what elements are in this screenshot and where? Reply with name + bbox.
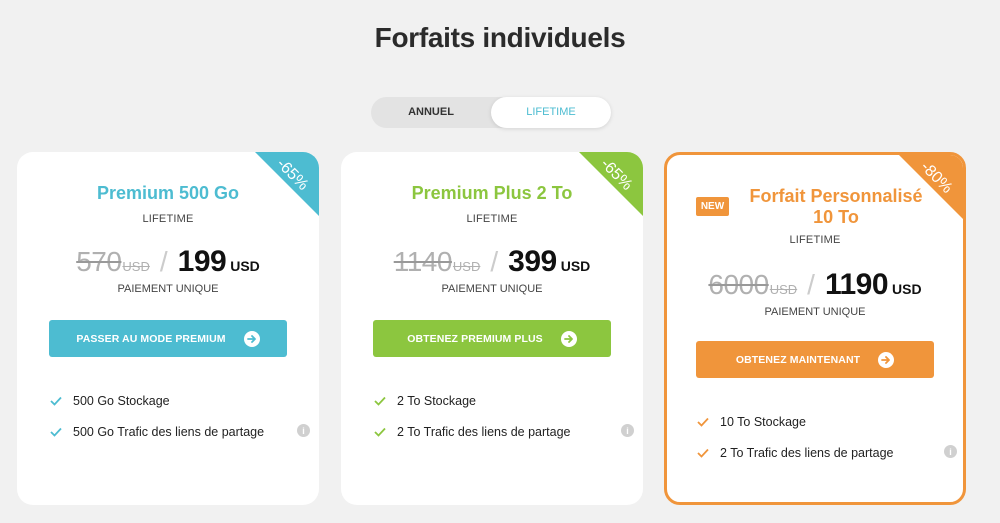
check-icon xyxy=(49,425,63,439)
price-row: 6000 USD / 1190 USD xyxy=(667,268,963,302)
feature-item: 10 To Stockage xyxy=(696,406,941,437)
new-currency: USD xyxy=(892,281,922,297)
check-icon xyxy=(696,446,710,460)
old-price: 570 xyxy=(76,246,122,277)
info-icon[interactable]: i xyxy=(621,424,634,437)
new-price: 399 xyxy=(508,245,557,278)
feature-label: 2 To Trafic des liens de partage xyxy=(720,445,894,460)
feature-item: 500 Go Stockage xyxy=(49,385,294,416)
cta-label: OBTENEZ PREMIUM PLUS xyxy=(407,332,543,345)
info-icon[interactable]: i xyxy=(944,445,957,458)
old-price: 1140 xyxy=(393,246,453,277)
cta-label: OBTENEZ MAINTENANT xyxy=(735,353,861,366)
plan-name: Premium 500 Go xyxy=(96,183,240,203)
plan-period: LIFETIME xyxy=(466,213,518,225)
arrow-right-icon xyxy=(243,330,260,347)
custom-plan-cta-button[interactable]: OBTENEZ MAINTENANT xyxy=(696,341,934,378)
payment-note: PAIEMENT UNIQUE xyxy=(117,283,219,295)
arrow-right-icon xyxy=(560,330,577,347)
plan-card-premium-500: -65% Premium 500 Go LIFETIME 570 USD / 1… xyxy=(17,152,319,505)
old-currency: USD xyxy=(769,282,798,297)
plan-period: LIFETIME xyxy=(789,234,841,246)
feature-label: 500 Go Trafic des liens de partage xyxy=(73,424,265,439)
info-icon[interactable]: i xyxy=(297,424,310,437)
premium-plus-cta-button[interactable]: OBTENEZ PREMIUM PLUS xyxy=(373,320,611,357)
feature-list: 2 To Stockage 2 To Trafic des liens de p… xyxy=(373,385,634,447)
feature-label: 10 To Stockage xyxy=(720,414,806,429)
feature-label: 500 Go Stockage xyxy=(73,393,170,408)
old-currency: USD xyxy=(452,259,481,274)
new-price: 1190 xyxy=(824,268,889,301)
cta-label: PASSER AU MODE PREMIUM xyxy=(76,332,226,345)
feature-item: 2 To Stockage xyxy=(373,385,618,416)
billing-toggle[interactable]: ANNUEL LIFETIME xyxy=(371,97,611,128)
price-divider: / xyxy=(807,269,815,300)
price-divider: / xyxy=(490,246,499,277)
feature-list: 10 To Stockage 2 To Trafic des liens de … xyxy=(696,406,957,468)
toggle-annual[interactable]: ANNUEL xyxy=(371,97,491,128)
old-currency: USD xyxy=(122,259,150,274)
feature-item: 2 To Trafic des liens de partage i xyxy=(696,437,957,468)
plan-card-custom-10to: -80% NEW Forfait Personnalisé 10 To LIFE… xyxy=(664,152,966,505)
premium-500-cta-button[interactable]: PASSER AU MODE PREMIUM xyxy=(49,320,287,357)
payment-note: PAIEMENT UNIQUE xyxy=(764,306,866,318)
arrow-right-icon xyxy=(878,351,895,368)
page-title: Forfaits individuels xyxy=(374,22,626,53)
price-row: 570 USD / 199 USD xyxy=(17,245,319,279)
plan-card-premium-plus-2to: -65% Premium Plus 2 To LIFETIME 1140 USD… xyxy=(341,152,643,505)
feature-item: 2 To Trafic des liens de partage i xyxy=(373,416,634,447)
feature-label: 2 To Stockage xyxy=(397,393,476,408)
feature-item: 500 Go Trafic des liens de partage i xyxy=(49,416,310,447)
new-currency: USD xyxy=(230,258,260,274)
price-row: 1140 USD / 399 USD xyxy=(341,245,643,279)
check-icon xyxy=(373,394,387,408)
toggle-lifetime[interactable]: LIFETIME xyxy=(491,97,611,128)
feature-label: 2 To Trafic des liens de partage xyxy=(397,424,571,439)
new-price: 199 xyxy=(177,245,227,278)
check-icon xyxy=(373,425,387,439)
plan-name: Forfait Personnalisé 10 To xyxy=(749,186,923,227)
price-divider: / xyxy=(159,246,168,277)
payment-note: PAIEMENT UNIQUE xyxy=(441,283,543,295)
check-icon xyxy=(696,415,710,429)
old-price: 6000 xyxy=(708,269,769,300)
new-currency: USD xyxy=(560,258,591,274)
plan-name: Premium Plus 2 To xyxy=(411,183,573,203)
feature-list: 500 Go Stockage 500 Go Trafic des liens … xyxy=(49,385,310,447)
plan-period: LIFETIME xyxy=(142,213,194,225)
check-icon xyxy=(49,394,63,408)
new-badge: NEW xyxy=(696,197,729,216)
